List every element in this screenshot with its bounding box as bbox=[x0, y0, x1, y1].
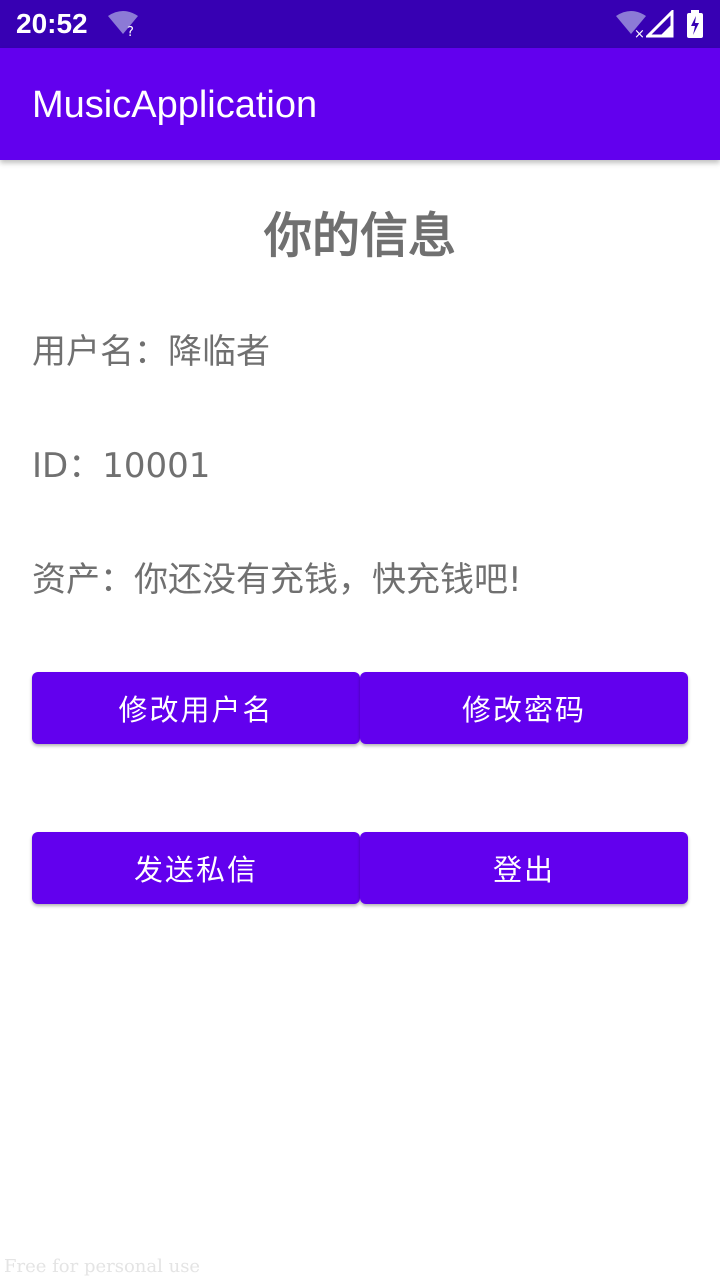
logout-button[interactable]: 登出 bbox=[360, 832, 688, 904]
watermark: Free for personal use bbox=[4, 1256, 201, 1277]
svg-text:?: ? bbox=[127, 25, 134, 38]
user-id-text: ID：10001 bbox=[32, 446, 211, 486]
username-text: 用户名：降临者 bbox=[32, 332, 270, 372]
assets-text: 资产：你还没有充钱，快充钱吧! bbox=[32, 560, 522, 600]
signal-icon bbox=[644, 8, 676, 42]
status-time: 20:52 bbox=[16, 8, 88, 39]
status-bar: 20:52 ? × bbox=[0, 0, 720, 48]
change-username-button[interactable]: 修改用户名 bbox=[32, 672, 360, 744]
page-title: 你的信息 bbox=[263, 208, 456, 264]
app-bar: MusicApplication bbox=[0, 48, 720, 160]
wifi-question-icon: ? bbox=[106, 10, 140, 42]
send-message-button[interactable]: 发送私信 bbox=[32, 832, 360, 904]
svg-text:×: × bbox=[634, 27, 645, 40]
battery-charging-icon bbox=[686, 10, 704, 42]
change-password-button[interactable]: 修改密码 bbox=[360, 672, 688, 744]
app-title: MusicApplication bbox=[32, 84, 318, 126]
wifi-off-icon: × bbox=[614, 10, 648, 44]
